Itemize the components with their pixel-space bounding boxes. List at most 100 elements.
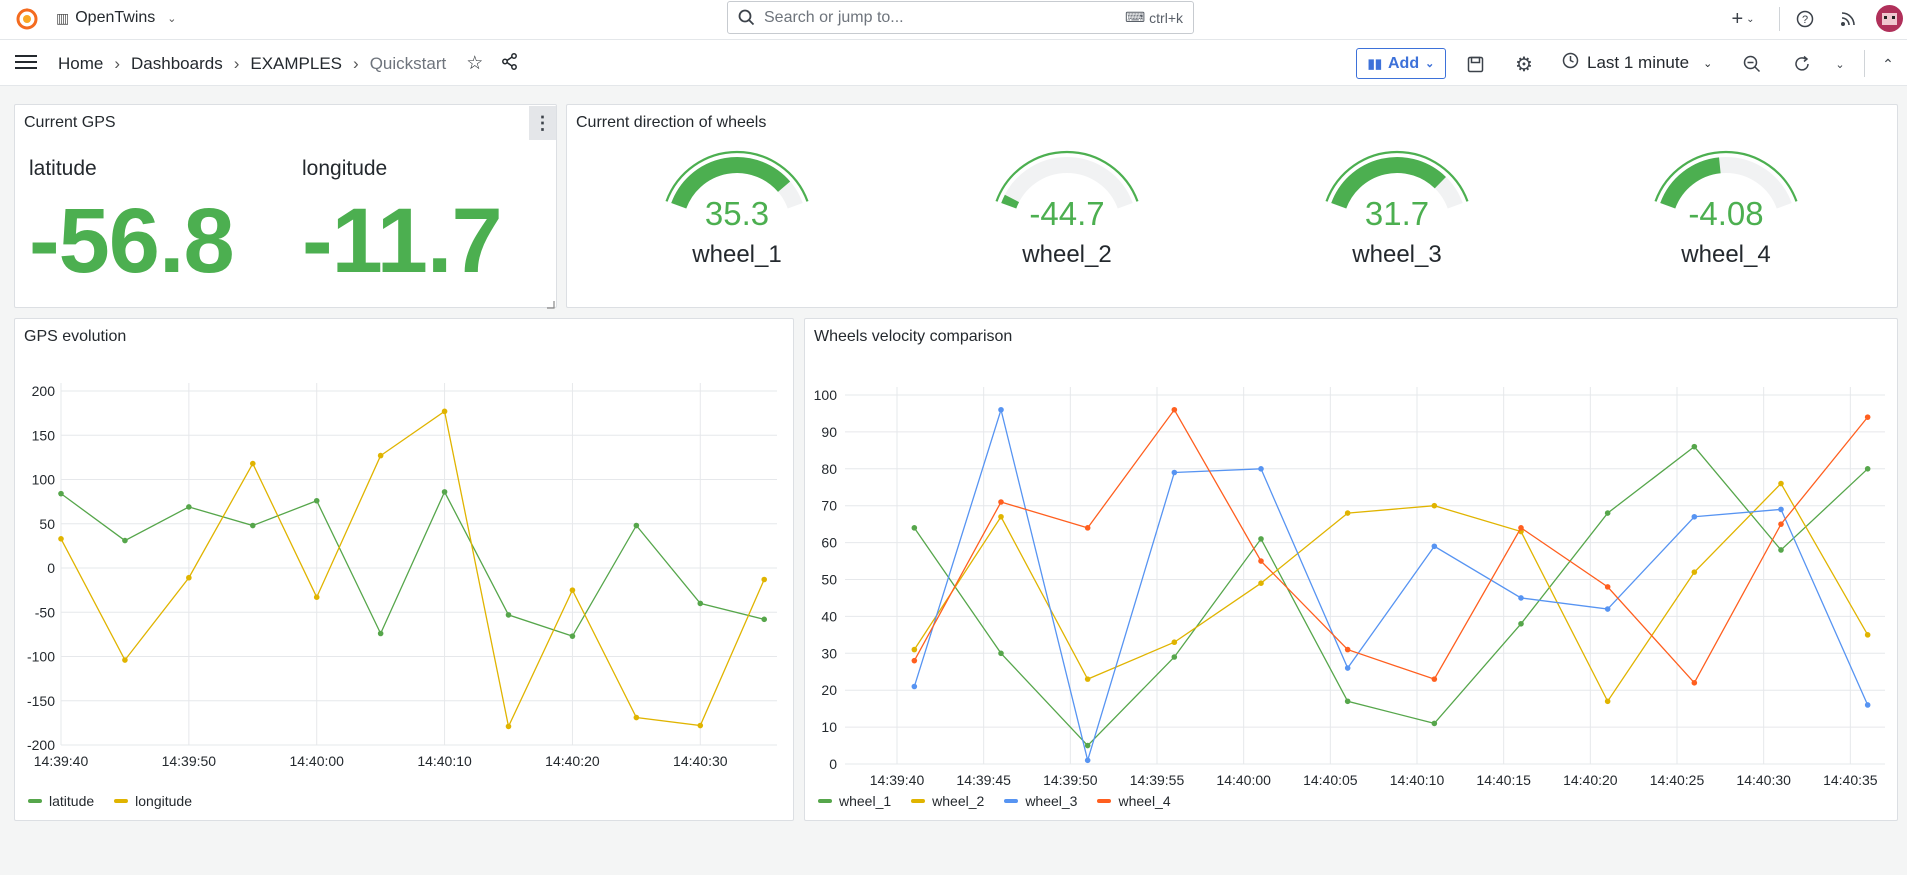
star-icon[interactable]: ☆	[466, 52, 483, 75]
time-range-picker[interactable]: Last 1 minute ⌄	[1562, 52, 1712, 74]
data-point-wheel_3[interactable]	[1604, 606, 1611, 612]
data-point-wheel_2[interactable]	[1431, 502, 1438, 509]
save-icon[interactable]	[1464, 53, 1486, 75]
data-point-latitude[interactable]	[249, 522, 256, 529]
data-point-wheel_1[interactable]	[1171, 654, 1178, 660]
data-point-wheel_4[interactable]	[1864, 414, 1871, 420]
data-point-wheel_2[interactable]	[1778, 480, 1784, 487]
data-point-wheel_2[interactable]	[1084, 676, 1091, 682]
data-point-wheel_1[interactable]	[1084, 742, 1091, 749]
data-point-latitude[interactable]	[186, 504, 192, 510]
data-point-wheel_4[interactable]	[998, 499, 1004, 505]
data-point-latitude[interactable]	[313, 497, 320, 504]
resize-handle-icon[interactable]	[546, 296, 555, 309]
refresh-interval-chevron-icon[interactable]: ⌄	[1831, 55, 1849, 73]
data-point-longitude[interactable]	[249, 460, 256, 467]
data-point-longitude[interactable]	[441, 408, 448, 415]
data-point-wheel_1[interactable]	[1431, 720, 1438, 727]
data-point-latitude[interactable]	[122, 537, 128, 544]
data-point-wheel_4[interactable]	[1084, 525, 1091, 531]
data-point-wheel_1[interactable]	[911, 525, 918, 531]
data-point-longitude[interactable]	[186, 574, 192, 581]
data-point-wheel_3[interactable]	[1864, 702, 1871, 708]
data-point-latitude[interactable]	[569, 633, 576, 639]
data-point-wheel_3[interactable]	[1171, 469, 1178, 476]
panel-menu-icon[interactable]: ⋮	[529, 106, 556, 140]
refresh-icon[interactable]	[1791, 53, 1813, 75]
data-point-wheel_1[interactable]	[1518, 620, 1524, 627]
data-point-wheel_2[interactable]	[1344, 510, 1351, 516]
new-plus-button[interactable]: + ⌄	[1726, 8, 1760, 30]
breadcrumb-folder[interactable]: EXAMPLES	[250, 54, 342, 74]
data-point-wheel_4[interactable]	[911, 657, 918, 664]
data-point-wheel_1[interactable]	[1778, 547, 1784, 553]
data-point-wheel_2[interactable]	[1691, 569, 1698, 575]
data-point-wheel_3[interactable]	[998, 406, 1004, 413]
data-point-wheel_4[interactable]	[1258, 558, 1264, 564]
legend-item-latitude[interactable]: latitude	[28, 793, 94, 809]
chevron-up-icon[interactable]: ⌃	[1879, 55, 1897, 73]
legend-item-longitude[interactable]: longitude	[114, 793, 192, 809]
news-rss-icon[interactable]	[1837, 8, 1859, 30]
legend-item-wheel_1[interactable]: wheel_1	[818, 793, 891, 809]
data-point-latitude[interactable]	[58, 490, 64, 497]
data-point-wheel_1[interactable]	[1864, 466, 1871, 472]
legend-item-wheel_4[interactable]: wheel_4	[1097, 793, 1171, 809]
data-point-wheel_1[interactable]	[1604, 510, 1611, 516]
org-switcher[interactable]: ▥ OpenTwins ⌄	[56, 9, 177, 27]
data-point-longitude[interactable]	[633, 714, 640, 721]
data-point-latitude[interactable]	[505, 612, 512, 618]
data-point-latitude[interactable]	[377, 630, 384, 637]
data-point-wheel_3[interactable]	[1778, 506, 1784, 513]
data-point-longitude[interactable]	[505, 723, 512, 730]
data-point-longitude[interactable]	[58, 535, 64, 542]
avatar[interactable]	[1876, 5, 1903, 32]
data-point-wheel_1[interactable]	[1691, 443, 1698, 450]
data-point-wheel_3[interactable]	[1344, 665, 1351, 671]
data-point-wheel_2[interactable]	[1864, 632, 1871, 638]
data-point-latitude[interactable]	[697, 600, 704, 607]
search-input[interactable]: Search or jump to... ⌨ ctrl+k	[727, 1, 1194, 34]
data-point-longitude[interactable]	[569, 587, 576, 593]
data-point-wheel_3[interactable]	[911, 683, 918, 690]
grafana-logo-icon[interactable]	[14, 6, 40, 32]
data-point-wheel_4[interactable]	[1344, 646, 1351, 653]
data-point-wheel_2[interactable]	[1604, 698, 1611, 705]
data-point-wheel_2[interactable]	[1171, 639, 1178, 646]
hamburger-menu-icon[interactable]	[14, 52, 38, 72]
data-point-wheel_4[interactable]	[1518, 525, 1524, 531]
data-point-wheel_1[interactable]	[1258, 536, 1264, 542]
data-point-longitude[interactable]	[377, 452, 384, 459]
data-point-wheel_4[interactable]	[1171, 406, 1178, 413]
breadcrumb-home[interactable]: Home	[58, 54, 103, 74]
data-point-wheel_1[interactable]	[998, 650, 1004, 657]
data-point-longitude[interactable]	[313, 594, 320, 601]
legend-item-wheel_2[interactable]: wheel_2	[911, 793, 984, 809]
help-icon[interactable]: ?	[1794, 8, 1816, 30]
data-point-wheel_4[interactable]	[1431, 676, 1438, 682]
data-point-longitude[interactable]	[122, 657, 128, 663]
zoom-out-icon[interactable]	[1741, 53, 1763, 75]
data-point-wheel_4[interactable]	[1778, 521, 1784, 527]
data-point-wheel_1[interactable]	[1344, 698, 1351, 705]
data-point-wheel_3[interactable]	[1258, 466, 1264, 472]
data-point-latitude[interactable]	[633, 522, 640, 529]
data-point-wheel_2[interactable]	[1258, 580, 1264, 586]
data-point-wheel_3[interactable]	[1691, 513, 1698, 520]
legend-item-wheel_3[interactable]: wheel_3	[1004, 793, 1077, 809]
data-point-wheel_2[interactable]	[911, 646, 918, 653]
data-point-wheel_4[interactable]	[1604, 584, 1611, 590]
data-point-wheel_3[interactable]	[1431, 543, 1438, 550]
data-point-wheel_2[interactable]	[998, 513, 1004, 520]
settings-gear-icon[interactable]: ⚙	[1512, 52, 1536, 76]
data-point-longitude[interactable]	[761, 576, 768, 583]
data-point-wheel_3[interactable]	[1084, 757, 1091, 764]
breadcrumb-dashboards[interactable]: Dashboards	[131, 54, 223, 74]
data-point-longitude[interactable]	[697, 722, 704, 729]
add-button[interactable]: ▮▮ Add ⌄	[1356, 48, 1446, 79]
data-point-wheel_3[interactable]	[1518, 595, 1524, 601]
data-point-wheel_4[interactable]	[1691, 680, 1698, 686]
data-point-latitude[interactable]	[761, 616, 768, 623]
data-point-latitude[interactable]	[441, 489, 448, 495]
share-icon[interactable]	[501, 52, 518, 75]
